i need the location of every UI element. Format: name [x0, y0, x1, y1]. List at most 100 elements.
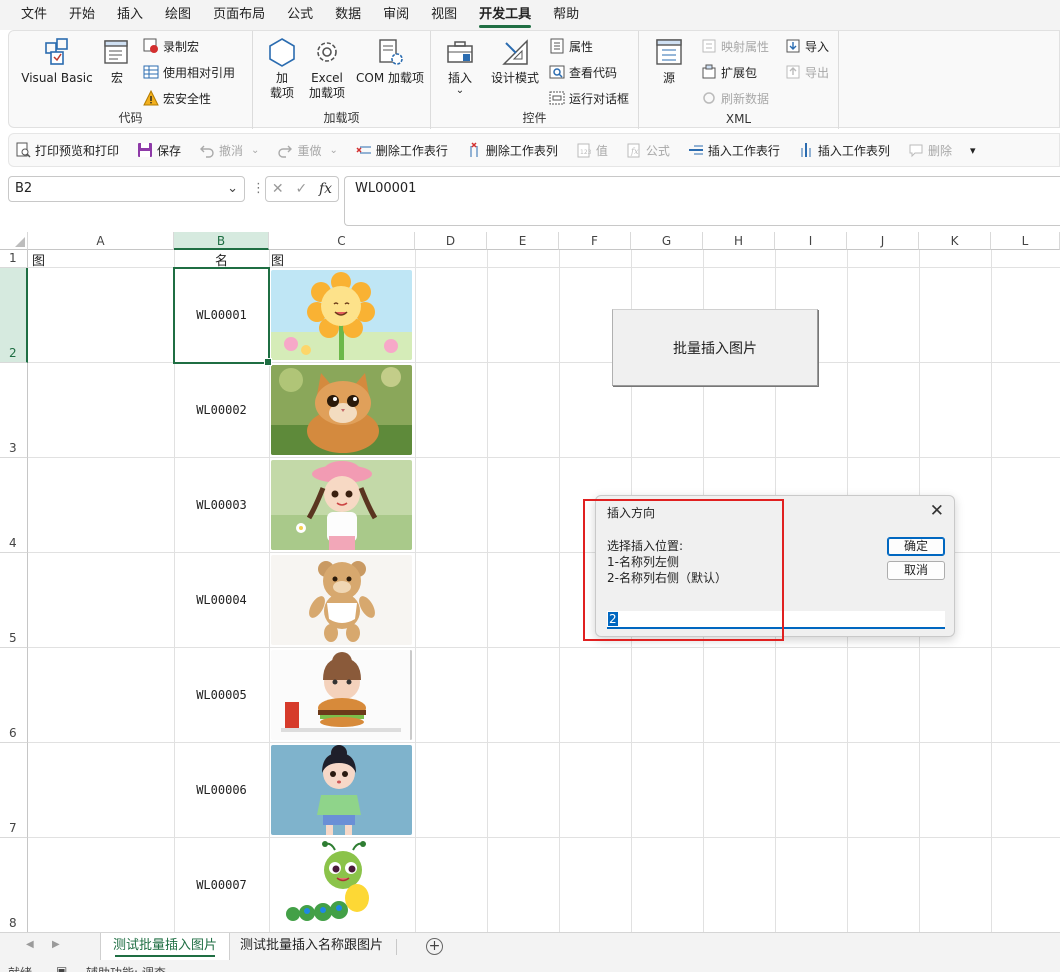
- cell-a1[interactable]: 图: [32, 250, 45, 269]
- menu-developer[interactable]: 开发工具: [468, 0, 542, 30]
- batch-insert-pictures-button[interactable]: 批量插入图片: [612, 309, 818, 386]
- customize-qat-button[interactable]: ▾: [970, 144, 976, 157]
- column-header-a[interactable]: A: [28, 232, 174, 250]
- paste-values-button[interactable]: 123 值: [576, 142, 608, 159]
- sheet-view-icon[interactable]: ▣: [56, 964, 67, 972]
- menu-data[interactable]: 数据: [324, 0, 372, 30]
- cancel-icon[interactable]: ✕: [272, 181, 284, 197]
- xml-import-button[interactable]: 导入: [785, 35, 829, 57]
- column-header-g[interactable]: G: [631, 232, 703, 250]
- row-header-4[interactable]: 4: [0, 458, 28, 553]
- cell-b8[interactable]: WL00007: [174, 878, 269, 892]
- select-all-corner[interactable]: [0, 232, 28, 250]
- column-header-d[interactable]: D: [415, 232, 487, 250]
- redo-button[interactable]: 重做 ⌄: [277, 142, 338, 159]
- accessibility-status[interactable]: 辅助功能: 调查: [86, 964, 166, 972]
- menu-draw[interactable]: 绘图: [154, 0, 202, 30]
- print-preview-button[interactable]: 打印预览和打印: [15, 142, 119, 159]
- view-code-button[interactable]: 查看代码: [549, 61, 617, 83]
- column-header-k[interactable]: K: [919, 232, 991, 250]
- dialog-input[interactable]: 2: [607, 611, 945, 629]
- column-header-h[interactable]: H: [703, 232, 775, 250]
- undo-button[interactable]: 撤消 ⌄: [199, 142, 259, 159]
- excel-addins-button[interactable]: Excel 加载项: [305, 37, 349, 101]
- menu-insert[interactable]: 插入: [106, 0, 154, 30]
- column-header-c[interactable]: C: [269, 232, 415, 250]
- refresh-data-button[interactable]: 刷新数据: [701, 87, 769, 109]
- cell-b4[interactable]: WL00003: [174, 498, 269, 512]
- row-header-6[interactable]: 6: [0, 648, 28, 743]
- redo-dropdown-icon[interactable]: ⌄: [329, 145, 337, 156]
- close-icon[interactable]: ✕: [930, 501, 944, 521]
- row-header-2[interactable]: 2: [0, 268, 28, 363]
- cell-b1[interactable]: 名: [174, 250, 269, 269]
- delete-rows-button[interactable]: 删除工作表行: [356, 142, 448, 159]
- cell-b2[interactable]: WL00001: [174, 308, 269, 322]
- cell-b5[interactable]: WL00004: [174, 593, 269, 607]
- delete-cols-button[interactable]: 删除工作表列: [466, 142, 558, 159]
- paste-formulas-button[interactable]: fx 公式: [626, 142, 670, 159]
- row-header-5[interactable]: 5: [0, 553, 28, 648]
- insert-cols-button[interactable]: 插入工作表列: [798, 142, 890, 159]
- column-header-j[interactable]: J: [847, 232, 919, 250]
- macro-security-button[interactable]: 宏安全性: [143, 87, 211, 109]
- com-addins-button[interactable]: COM 加载项: [353, 37, 427, 86]
- sunflower-picture[interactable]: [271, 270, 412, 360]
- enter-icon[interactable]: ✓: [295, 181, 307, 197]
- row-header-1[interactable]: 1: [0, 250, 28, 268]
- chevron-down-icon[interactable]: ⌄: [227, 177, 238, 201]
- save-button[interactable]: 保存: [137, 142, 181, 159]
- macros-button[interactable]: 宏: [99, 37, 135, 86]
- add-sheet-icon[interactable]: +: [426, 938, 443, 955]
- insert-function-icon[interactable]: fx: [319, 181, 332, 197]
- ok-button[interactable]: 确定: [887, 537, 945, 556]
- menu-help[interactable]: 帮助: [542, 0, 590, 30]
- cell-b6[interactable]: WL00005: [174, 688, 269, 702]
- name-box[interactable]: B2 ⌄: [8, 176, 245, 202]
- relative-reference-button[interactable]: 使用相对引用: [143, 61, 235, 83]
- visual-basic-button[interactable]: Visual Basic: [15, 37, 99, 86]
- menu-file[interactable]: 文件: [10, 0, 58, 30]
- menu-view[interactable]: 视图: [420, 0, 468, 30]
- teddy-bear-picture[interactable]: [271, 555, 412, 645]
- row-header-3[interactable]: 3: [0, 363, 28, 458]
- undo-dropdown-icon[interactable]: ⌄: [251, 145, 259, 156]
- expansion-packs-button[interactable]: 扩展包: [701, 61, 757, 83]
- map-properties-button[interactable]: 映射属性: [701, 35, 769, 57]
- row-header-7[interactable]: 7: [0, 743, 28, 838]
- properties-button[interactable]: 属性: [549, 35, 593, 57]
- insert-rows-button[interactable]: 插入工作表行: [688, 142, 780, 159]
- xml-source-button[interactable]: 源: [649, 37, 689, 86]
- delete-button[interactable]: 删除: [908, 142, 952, 159]
- menu-page-layout[interactable]: 页面布局: [202, 0, 276, 30]
- column-header-i[interactable]: I: [775, 232, 847, 250]
- xml-export-button[interactable]: 导出: [785, 61, 829, 83]
- insert-control-button[interactable]: 插入 ⌄: [439, 37, 481, 96]
- girl-green-shirt-picture[interactable]: [271, 745, 412, 835]
- menu-home[interactable]: 开始: [58, 0, 106, 30]
- row-header-8[interactable]: 8: [0, 838, 28, 932]
- previous-sheet-icon[interactable]: ◀: [26, 939, 34, 950]
- sheet-tab-active[interactable]: 测试批量插入图片: [100, 933, 231, 960]
- record-macro-button[interactable]: 录制宏: [143, 35, 199, 57]
- column-header-l[interactable]: L: [991, 232, 1060, 250]
- design-mode-button[interactable]: 设计模式: [487, 37, 543, 86]
- sheet-tab[interactable]: 测试批量插入名称跟图片: [228, 933, 395, 960]
- caterpillar-picture[interactable]: [271, 840, 412, 930]
- addins-button[interactable]: 加 载项: [263, 37, 301, 101]
- cancel-button[interactable]: 取消: [887, 561, 945, 580]
- column-header-e[interactable]: E: [487, 232, 559, 250]
- next-sheet-icon[interactable]: ▶: [52, 939, 60, 950]
- run-dialog-button[interactable]: 运行对话框: [549, 87, 629, 109]
- girl-burger-picture[interactable]: [271, 650, 412, 740]
- more-options-icon[interactable]: ⋮: [252, 181, 265, 196]
- formula-input[interactable]: WL00001: [344, 176, 1060, 226]
- cell-b7[interactable]: WL00006: [174, 783, 269, 797]
- girl-pink-hat-picture[interactable]: [271, 460, 412, 550]
- column-header-f[interactable]: F: [559, 232, 631, 250]
- column-header-b[interactable]: B: [174, 232, 269, 250]
- menu-review[interactable]: 审阅: [372, 0, 420, 30]
- menu-formulas[interactable]: 公式: [276, 0, 324, 30]
- kitten-picture[interactable]: [271, 365, 412, 455]
- cell-c1[interactable]: 图: [271, 250, 284, 269]
